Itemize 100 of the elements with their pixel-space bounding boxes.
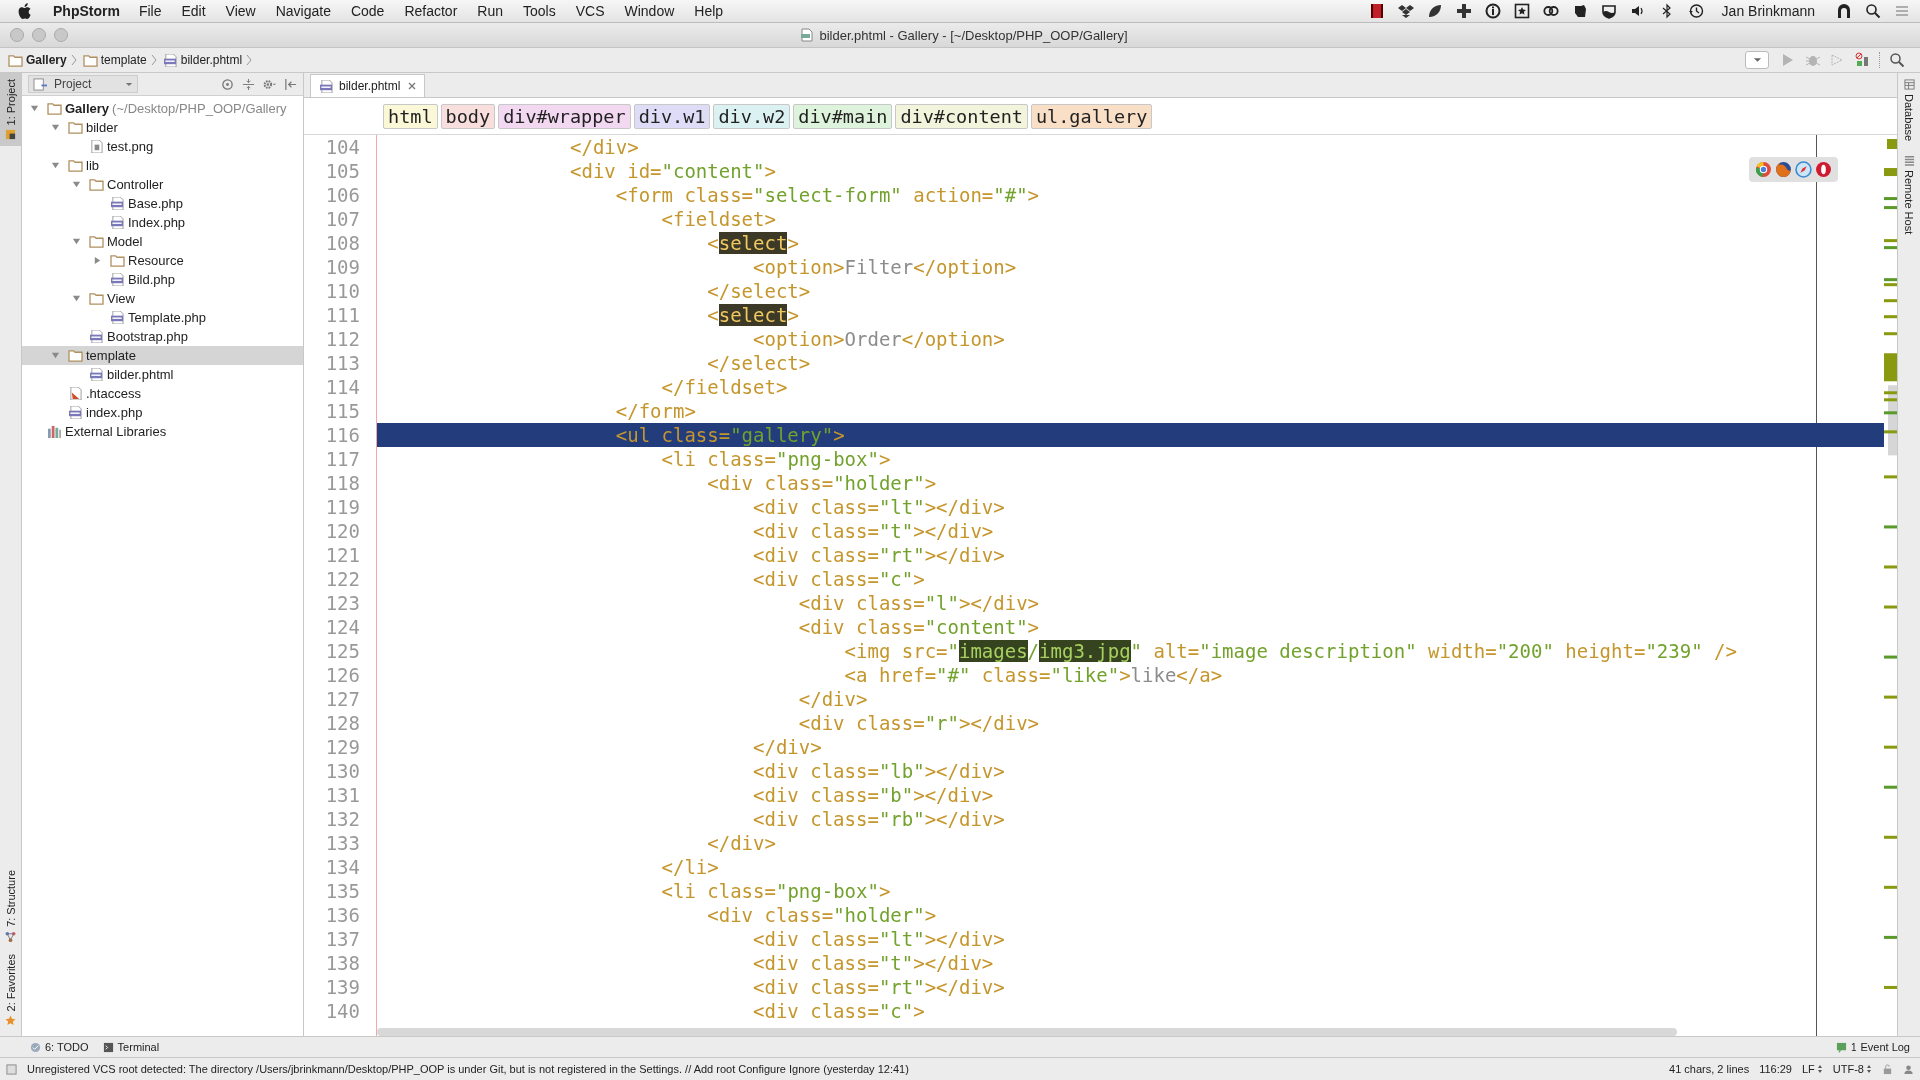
code-line: <form class="select-form" action="#"> (614, 183, 1040, 207)
tag-breadcrumb[interactable]: div#content (895, 103, 1028, 129)
line-number: 139 (324, 975, 361, 999)
menu-item[interactable]: View (225, 3, 256, 19)
lock-icon[interactable] (1882, 1063, 1893, 1075)
tree-item[interactable]: Index.php (22, 213, 303, 232)
volume-icon[interactable] (1629, 3, 1646, 19)
crosshair-icon[interactable] (221, 77, 234, 91)
encoding-selector[interactable]: UTF-8 (1832, 1063, 1872, 1075)
tag-breadcrumb[interactable]: div#main (793, 103, 893, 129)
tree-item[interactable]: View (22, 289, 303, 308)
tree-item[interactable]: .htaccess (22, 384, 303, 403)
expanded-arrow-icon[interactable] (72, 180, 81, 189)
film-strip-icon[interactable] (1368, 3, 1385, 19)
gear-icon[interactable] (263, 77, 276, 91)
compass-icon[interactable] (1795, 161, 1812, 178)
list-icon[interactable] (1894, 3, 1910, 19)
menu-item[interactable]: Code (350, 3, 385, 19)
tree-item[interactable]: Gallery (~/Desktop/PHP_OOP/Gallery (22, 99, 303, 118)
tree-item[interactable]: bilder.phtml (22, 365, 303, 384)
arch-icon[interactable] (1836, 3, 1852, 19)
menu-item[interactable]: VCS (575, 3, 605, 19)
clock-icon[interactable] (1687, 3, 1704, 19)
menu-item[interactable]: Run (477, 3, 503, 19)
menu-item[interactable]: Edit (181, 3, 206, 19)
expanded-arrow-icon[interactable] (51, 351, 60, 360)
line-number: 127 (324, 687, 361, 711)
collapse-all-icon[interactable] (242, 77, 255, 91)
plus-icon[interactable] (1455, 3, 1472, 19)
tree-item[interactable]: Controller (22, 175, 303, 194)
tree-item[interactable]: Template.php (22, 308, 303, 327)
tag-breadcrumb[interactable]: div.w2 (713, 103, 791, 129)
person-icon[interactable] (1903, 1063, 1914, 1075)
box-icon[interactable] (1397, 3, 1414, 19)
menu-item[interactable]: Refactor (404, 3, 458, 19)
menu-item[interactable]: Window (624, 3, 675, 19)
expanded-arrow-icon[interactable] (51, 123, 60, 132)
tree-item[interactable]: bilder (22, 118, 303, 137)
tree-item[interactable]: Base.php (22, 194, 303, 213)
tree-item[interactable]: External Libraries (22, 422, 303, 441)
browser-icon[interactable] (1755, 161, 1772, 178)
collapsed-arrow-icon[interactable] (93, 256, 102, 265)
leaf-icon[interactable] (1426, 3, 1443, 19)
tool-window-tab[interactable]: Terminal (102, 1041, 160, 1053)
tree-item[interactable]: Bild.php (22, 270, 303, 289)
tag-breadcrumb[interactable]: ul.gallery (1030, 103, 1153, 129)
tree-item[interactable]: Model (22, 232, 303, 251)
horizontal-scrollbar[interactable] (377, 1028, 1677, 1036)
expanded-arrow-icon[interactable] (72, 294, 81, 303)
menu-item[interactable]: Help (694, 3, 724, 19)
tool-window-tab[interactable]: Remote Host (1903, 155, 1915, 235)
stop-debugger-icon[interactable] (1854, 52, 1870, 68)
info-icon[interactable] (1484, 3, 1501, 19)
menu-item[interactable]: File (138, 3, 162, 19)
apple-icon[interactable] (18, 2, 33, 20)
tree-item[interactable]: lib (22, 156, 303, 175)
cloud-icon[interactable] (1542, 3, 1559, 19)
shield-icon[interactable] (1600, 3, 1617, 19)
menu-item[interactable]: Tools (523, 3, 556, 19)
tag-breadcrumb[interactable]: html (383, 103, 438, 129)
tree-item[interactable]: template (22, 346, 303, 365)
search-icon[interactable] (1865, 3, 1881, 19)
code-line: </fieldset> (660, 375, 788, 399)
tool-window-tab[interactable]: Database (1903, 79, 1915, 142)
expanded-arrow-icon[interactable] (72, 237, 81, 246)
tag-breadcrumb[interactable]: body (440, 103, 496, 129)
tree-item[interactable]: Resource (22, 251, 303, 270)
code-line: <div class="lb"></div> (752, 759, 1005, 783)
tree-item[interactable]: test.png (22, 137, 303, 156)
tool-window-tab[interactable]: 1: Project (0, 73, 21, 147)
close-icon[interactable] (408, 82, 417, 90)
caret-icon (1752, 57, 1762, 63)
menu-item[interactable]: Navigate (275, 3, 331, 19)
user-name[interactable]: Jan Brinkmann (1721, 3, 1815, 19)
browser-icon[interactable] (1775, 161, 1792, 178)
cursor-position[interactable]: 116:29 (1759, 1063, 1792, 1075)
event-log-button[interactable]: 1 Event Log (1835, 1041, 1910, 1053)
config-file-icon (68, 387, 83, 400)
breadcrumb-item[interactable]: template (82, 53, 147, 67)
tree-item[interactable]: Bootstrap.php (22, 327, 303, 346)
tag-breadcrumb[interactable]: div.w1 (633, 103, 711, 129)
app-menu[interactable]: PhpStorm (53, 3, 120, 19)
hide-panel-icon[interactable] (284, 77, 297, 91)
breadcrumb-item[interactable]: bilder.phtml (162, 53, 243, 67)
browser-icon[interactable] (1815, 161, 1832, 178)
expanded-arrow-icon[interactable] (51, 161, 60, 170)
run-configuration-dropdown[interactable] (1745, 51, 1769, 69)
code-line: <div class="c"> (752, 999, 925, 1023)
project-view-dropdown[interactable]: Project (28, 75, 138, 93)
panel-toggle-icon[interactable] (6, 1063, 17, 1075)
tool-window-tab[interactable]: 7: Structure (0, 863, 21, 948)
editor-tab[interactable]: bilder.phtml (310, 74, 426, 97)
breadcrumb-item[interactable]: Gallery (8, 53, 67, 67)
tool-window-tab[interactable]: 2: Favorites (0, 947, 21, 1032)
line-separator-selector[interactable]: LF (1802, 1063, 1823, 1075)
tag-breadcrumb[interactable]: div#wrapper (498, 103, 631, 129)
tool-window-tab[interactable]: 6: TODO (30, 1041, 89, 1053)
search-icon[interactable] (1889, 52, 1905, 68)
expanded-arrow-icon[interactable] (30, 104, 39, 113)
tree-item[interactable]: index.php (22, 403, 303, 422)
